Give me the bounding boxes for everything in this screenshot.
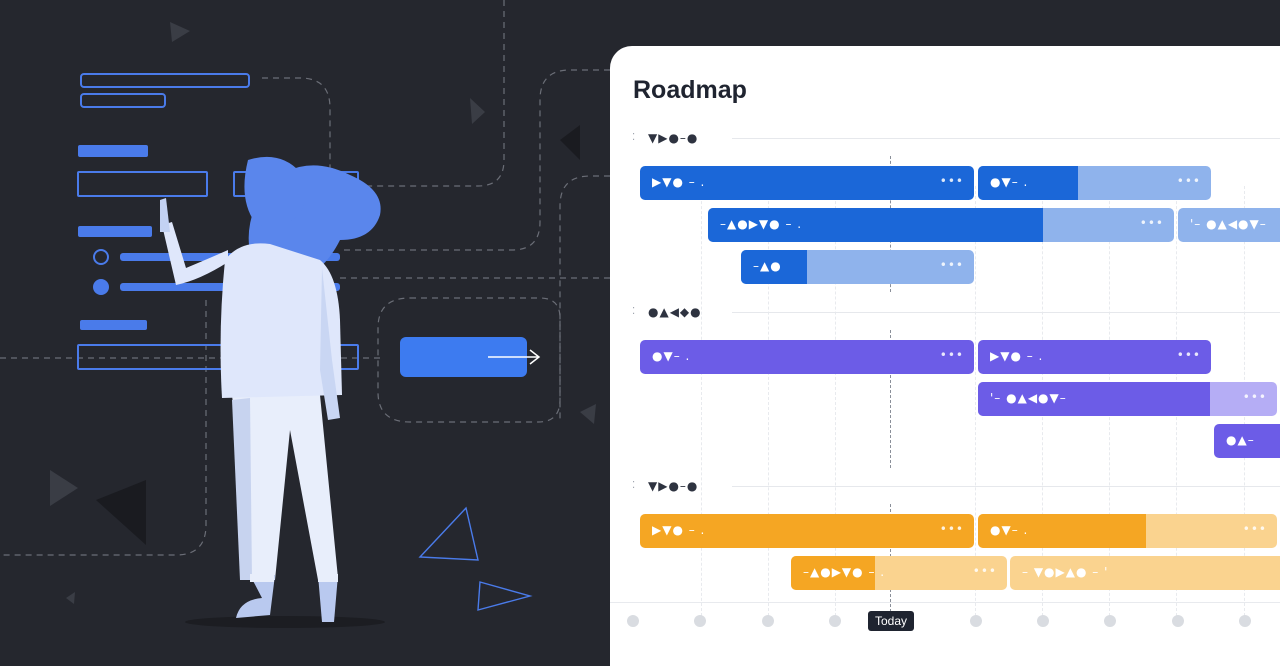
more-icon[interactable]: •••	[940, 174, 964, 188]
woman-figure	[160, 156, 385, 628]
bar-label: –▲●▶▼● – .	[720, 217, 803, 231]
timeline-tick[interactable]	[1239, 615, 1251, 627]
bar-label: '– ●▲◀●▼–	[1190, 217, 1267, 231]
group-header[interactable]: ⁚ ●▲◀◆●	[632, 305, 1280, 319]
bar-label: ●▼– .	[990, 175, 1029, 189]
bar-label: ●▼– .	[652, 349, 691, 363]
divider	[732, 486, 1280, 487]
drag-handle-icon[interactable]: ⁚	[632, 132, 636, 143]
roadmap-bar[interactable]: –▲●▶▼● – . •••	[791, 556, 1007, 590]
page-title: Roadmap	[633, 76, 747, 104]
bar-label: ▶▼● – .	[652, 523, 706, 537]
more-icon[interactable]: •••	[940, 258, 964, 272]
more-icon[interactable]: •••	[1140, 216, 1164, 230]
more-icon[interactable]: •••	[1177, 348, 1201, 362]
bar-label: –▲●▶▼● – .	[803, 565, 886, 579]
timeline-tick[interactable]	[627, 615, 639, 627]
grid-line	[701, 186, 702, 616]
bar-label: –▲●	[753, 259, 782, 273]
roadmap-bar[interactable]: –▲● •••	[741, 250, 974, 284]
roadmap-bar[interactable]: –▲●▶▼● – . •••	[708, 208, 1174, 242]
bar-label: – ▼●▶▲● – '	[1022, 565, 1109, 579]
roadmap-panel: Roadmap ⁚ ▼▶●–● ▶▼● – . ••• ●▼– . ••• –▲…	[610, 46, 1280, 666]
grid-line	[975, 186, 976, 616]
timeline-tick[interactable]	[1104, 615, 1116, 627]
roadmap-bar[interactable]: ●▼– . •••	[978, 166, 1211, 200]
bar-label: ●▼– .	[990, 523, 1029, 537]
divider	[732, 138, 1280, 139]
timeline-tick[interactable]	[829, 615, 841, 627]
more-icon[interactable]: •••	[940, 348, 964, 362]
more-icon[interactable]: •••	[1243, 390, 1267, 404]
roadmap-bar[interactable]: ▶▼● – . •••	[978, 340, 1211, 374]
today-badge[interactable]: Today	[868, 611, 915, 631]
timeline-tick[interactable]	[1172, 615, 1184, 627]
roadmap-bar[interactable]: ●▲–	[1214, 424, 1280, 458]
drag-handle-icon[interactable]: ⁚	[632, 306, 636, 317]
more-icon[interactable]: •••	[1177, 174, 1201, 188]
roadmap-bar[interactable]: ▶▼● – . •••	[640, 166, 974, 200]
more-icon[interactable]: •••	[973, 564, 997, 578]
timeline-tick[interactable]	[970, 615, 982, 627]
bar-label: ●▲–	[1226, 433, 1255, 447]
bar-label: ▶▼● – .	[990, 349, 1044, 363]
drag-handle-icon[interactable]: ⁚	[632, 480, 636, 491]
timeline-tick[interactable]	[694, 615, 706, 627]
roadmap-bar[interactable]: – ▼●▶▲● – '	[1010, 556, 1280, 590]
roadmap-bar[interactable]: '– ●▲◀●▼–	[1178, 208, 1280, 242]
group-label: ▼▶●–●	[648, 479, 699, 493]
timeline-axis	[610, 602, 1280, 603]
roadmap-bar[interactable]: ●▼– . •••	[640, 340, 974, 374]
group-header[interactable]: ⁚ ▼▶●–●	[632, 131, 1280, 145]
timeline-tick[interactable]	[762, 615, 774, 627]
more-icon[interactable]: •••	[940, 522, 964, 536]
group-label: ●▲◀◆●	[648, 305, 702, 319]
bar-label: ▶▼● – .	[652, 175, 706, 189]
bar-label: '– ●▲◀●▼–	[990, 391, 1067, 405]
more-icon[interactable]: •••	[1243, 522, 1267, 536]
roadmap-bar[interactable]: ▶▼● – . •••	[640, 514, 974, 548]
divider	[732, 312, 1280, 313]
timeline-tick[interactable]	[1037, 615, 1049, 627]
roadmap-bar[interactable]: '– ●▲◀●▼– •••	[978, 382, 1277, 416]
roadmap-bar[interactable]: ●▼– . •••	[978, 514, 1277, 548]
group-header[interactable]: ⁚ ▼▶●–●	[632, 479, 1280, 493]
group-label: ▼▶●–●	[648, 131, 699, 145]
